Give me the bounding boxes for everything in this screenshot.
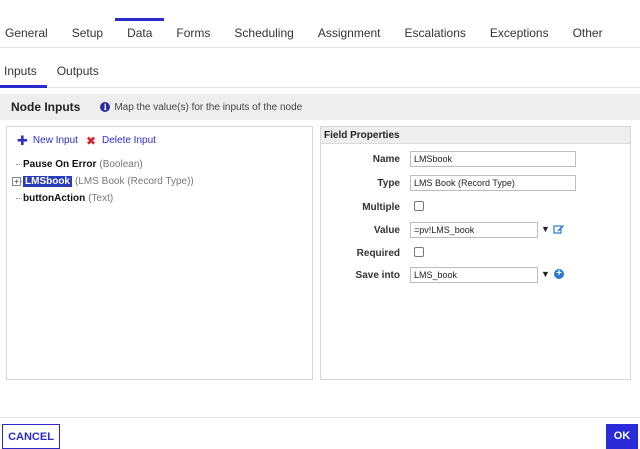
caret-down-icon[interactable]: ▼ xyxy=(541,224,550,234)
edit-icon[interactable] xyxy=(553,223,565,238)
save-into-label: Save into xyxy=(355,270,400,281)
tab-other[interactable]: Other xyxy=(561,16,615,47)
inputs-toolbar: ✚ New Input ✖ Delete Input xyxy=(17,132,164,148)
multiple-checkbox[interactable] xyxy=(414,201,424,211)
tree-item-name: Pause On Error xyxy=(23,159,97,170)
value-row: Value =pv!LMS_book ▼ xyxy=(321,222,632,242)
ok-button[interactable]: OK xyxy=(606,424,638,449)
node-inputs-info: Map the value(s) for the inputs of the n… xyxy=(114,101,303,113)
node-inputs-header: Node Inputs i Map the value(s) for the i… xyxy=(0,94,640,120)
tree-item-type: (LMS Book (Record Type)) xyxy=(75,176,194,187)
add-circle-icon[interactable]: + xyxy=(554,269,564,279)
field-properties-panel: Field Properties Name LMSbook Type LMS B… xyxy=(320,126,631,380)
inputs-tree-panel: ✚ New Input ✖ Delete Input Pause On Erro… xyxy=(6,126,313,380)
cancel-button[interactable]: CANCEL xyxy=(2,424,60,449)
subtab-outputs[interactable]: Outputs xyxy=(47,56,109,87)
inputs-tree: Pause On Error (Boolean) + LMSbook (LMS Bo… xyxy=(11,156,194,207)
main-tabs: General Setup Data Forms Scheduling Assi… xyxy=(0,16,640,48)
tree-item-name: buttonAction xyxy=(23,193,86,204)
tab-scheduling[interactable]: Scheduling xyxy=(222,16,305,47)
tree-item-type: (Boolean) xyxy=(99,159,143,170)
expand-plus-icon[interactable]: + xyxy=(12,177,21,186)
type-label: Type xyxy=(377,178,400,189)
x-icon: ✖ xyxy=(85,133,96,148)
type-row: Type LMS Book (Record Type) xyxy=(321,175,632,195)
field-properties-header: Field Properties xyxy=(321,127,630,144)
type-field[interactable]: LMS Book (Record Type) xyxy=(410,175,576,191)
tab-escalations[interactable]: Escalations xyxy=(393,16,478,47)
plus-icon: ✚ xyxy=(17,132,28,148)
tab-assignment[interactable]: Assignment xyxy=(306,16,393,47)
node-inputs-title: Node Inputs xyxy=(11,100,81,114)
tab-setup[interactable]: Setup xyxy=(60,16,115,47)
tree-item-lmsbook[interactable]: + LMSbook (LMS Book (Record Type)) xyxy=(11,173,194,190)
subtab-inputs[interactable]: Inputs xyxy=(0,56,47,88)
tab-forms[interactable]: Forms xyxy=(164,16,222,47)
new-input-button[interactable]: ✚ New Input xyxy=(17,132,78,148)
multiple-row: Multiple xyxy=(321,199,632,219)
delete-input-button[interactable]: ✖ Delete Input xyxy=(85,133,156,148)
caret-down-icon[interactable]: ▼ xyxy=(541,269,550,279)
name-row: Name LMSbook xyxy=(321,151,632,171)
tree-item-button-action[interactable]: buttonAction (Text) xyxy=(11,190,194,207)
name-field[interactable]: LMSbook xyxy=(410,151,576,167)
multiple-label: Multiple xyxy=(362,202,400,213)
required-label: Required xyxy=(356,248,400,259)
tab-exceptions[interactable]: Exceptions xyxy=(478,16,561,47)
tab-general[interactable]: General xyxy=(0,16,60,47)
footer-divider xyxy=(0,417,640,418)
new-input-label: New Input xyxy=(32,135,78,146)
info-icon: i xyxy=(100,102,111,112)
data-subtabs: Inputs Outputs xyxy=(0,56,640,88)
tree-item-name: LMSbook xyxy=(23,176,72,187)
save-into-row: Save into LMS_book ▼ + xyxy=(321,267,632,287)
delete-input-label: Delete Input xyxy=(102,135,156,146)
required-checkbox[interactable] xyxy=(414,247,424,257)
value-label: Value xyxy=(373,225,400,236)
required-row: Required xyxy=(321,245,632,265)
tab-data[interactable]: Data xyxy=(115,16,165,47)
save-into-field[interactable]: LMS_book xyxy=(410,267,538,283)
tree-item-type: (Text) xyxy=(88,193,114,204)
value-field[interactable]: =pv!LMS_book xyxy=(410,222,538,238)
tree-item-pause-on-error[interactable]: Pause On Error (Boolean) xyxy=(11,156,194,173)
name-label: Name xyxy=(372,154,400,165)
